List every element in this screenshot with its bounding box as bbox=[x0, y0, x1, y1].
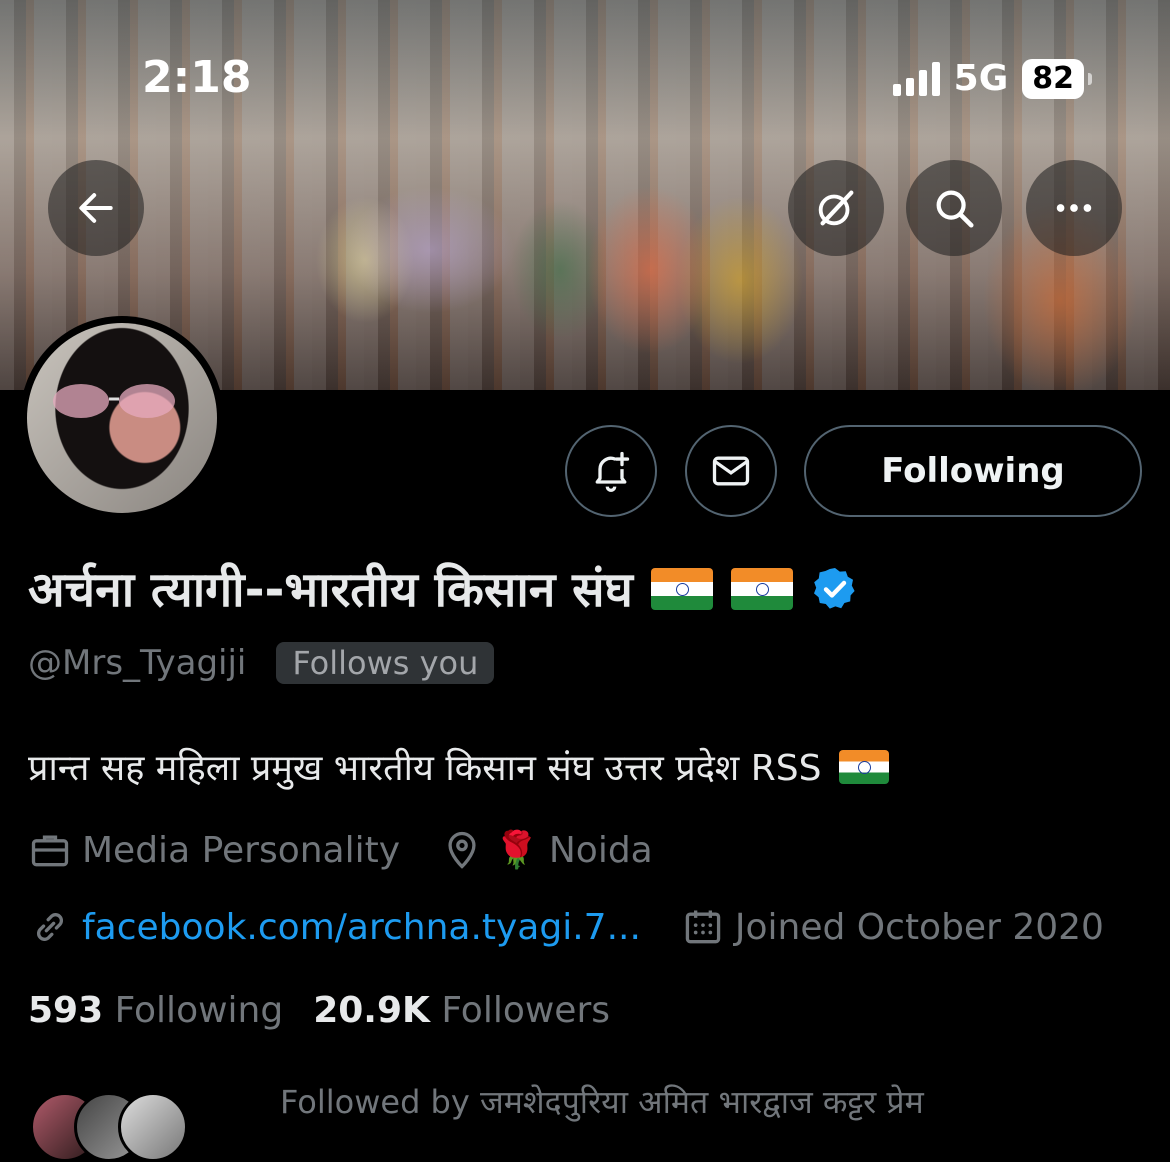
rose-emoji: 🌹 bbox=[494, 830, 539, 871]
website-link[interactable]: facebook.com/archna.tyagi.7... bbox=[82, 907, 641, 948]
follow-counts: 593 Following 20.9K Followers bbox=[28, 990, 610, 1031]
bell-plus-icon bbox=[595, 451, 630, 492]
message-button[interactable] bbox=[685, 425, 777, 517]
followed-by-text[interactable]: Followed by जमशेदपुरिया अमित भारद्वाज कट… bbox=[280, 1080, 924, 1123]
category-item: Media Personality bbox=[28, 828, 400, 872]
avatar-image bbox=[27, 323, 217, 513]
battery-indicator: 82 bbox=[1022, 58, 1092, 99]
cellular-signal-icon bbox=[892, 61, 940, 96]
search-icon bbox=[936, 190, 974, 228]
search-button[interactable] bbox=[906, 160, 1002, 256]
bio: प्रान्त सह महिला प्रमुख भारतीय किसान संघ… bbox=[28, 742, 890, 791]
arrow-left-icon bbox=[79, 193, 113, 223]
follows-you-badge: Follows you bbox=[276, 642, 495, 684]
bio-text: प्रान्त सह महिला प्रमुख भारतीय किसान संघ… bbox=[28, 748, 822, 789]
india-flag-icon bbox=[650, 567, 713, 610]
followers-count-link[interactable]: 20.9K Followers bbox=[313, 990, 610, 1031]
status-time: 2:18 bbox=[142, 52, 252, 103]
avatar-sunglasses-graphic bbox=[53, 384, 175, 418]
grok-slash-circle-icon bbox=[818, 190, 854, 226]
location-pin-icon bbox=[448, 831, 476, 869]
link-icon bbox=[36, 913, 64, 941]
network-type: 5G bbox=[953, 58, 1009, 99]
following-count-link[interactable]: 593 Following bbox=[28, 990, 283, 1031]
following-button[interactable]: Following bbox=[804, 425, 1142, 517]
profile-avatar[interactable] bbox=[20, 316, 224, 520]
profile-meta-row: Media Personality 🌹 Noida bbox=[28, 828, 653, 872]
profile-meta-row-2: facebook.com/archna.tyagi.7... Joined Oc… bbox=[28, 905, 1104, 949]
mutual-followers-avatars[interactable] bbox=[30, 1092, 270, 1162]
india-flag-icon bbox=[730, 567, 793, 610]
followers-count: 20.9K bbox=[313, 990, 430, 1031]
verified-badge-icon[interactable] bbox=[811, 565, 859, 613]
more-options-button[interactable] bbox=[1026, 160, 1122, 256]
location-item: 🌹 Noida bbox=[440, 828, 653, 872]
joined-date: Joined October 2020 bbox=[734, 906, 1104, 948]
following-label: Following bbox=[114, 990, 284, 1031]
briefcase-icon bbox=[31, 835, 69, 867]
notifications-button[interactable] bbox=[565, 425, 657, 517]
display-name: अर्चना त्यागी--भारतीय किसान संघ bbox=[28, 562, 633, 618]
user-handle: @Mrs_Tyagiji bbox=[28, 643, 247, 683]
category-text: Media Personality bbox=[82, 829, 401, 871]
display-name-row: अर्चना त्यागी--भारतीय किसान संघ bbox=[28, 556, 859, 621]
followers-label: Followers bbox=[441, 990, 611, 1031]
envelope-icon bbox=[712, 456, 750, 486]
avatar bbox=[118, 1092, 188, 1162]
handle-row: @Mrs_Tyagiji Follows you bbox=[28, 642, 495, 684]
website-item[interactable]: facebook.com/archna.tyagi.7... bbox=[28, 905, 641, 949]
india-flag-icon bbox=[839, 749, 890, 784]
location-text: Noida bbox=[548, 829, 653, 871]
grok-button[interactable] bbox=[788, 160, 884, 256]
joined-item: Joined October 2020 bbox=[681, 905, 1104, 949]
following-count: 593 bbox=[28, 990, 104, 1031]
back-button[interactable] bbox=[48, 160, 144, 256]
more-dots-icon bbox=[1056, 204, 1092, 212]
calendar-icon bbox=[685, 910, 721, 944]
status-indicators: 5G 82 bbox=[892, 58, 1092, 99]
